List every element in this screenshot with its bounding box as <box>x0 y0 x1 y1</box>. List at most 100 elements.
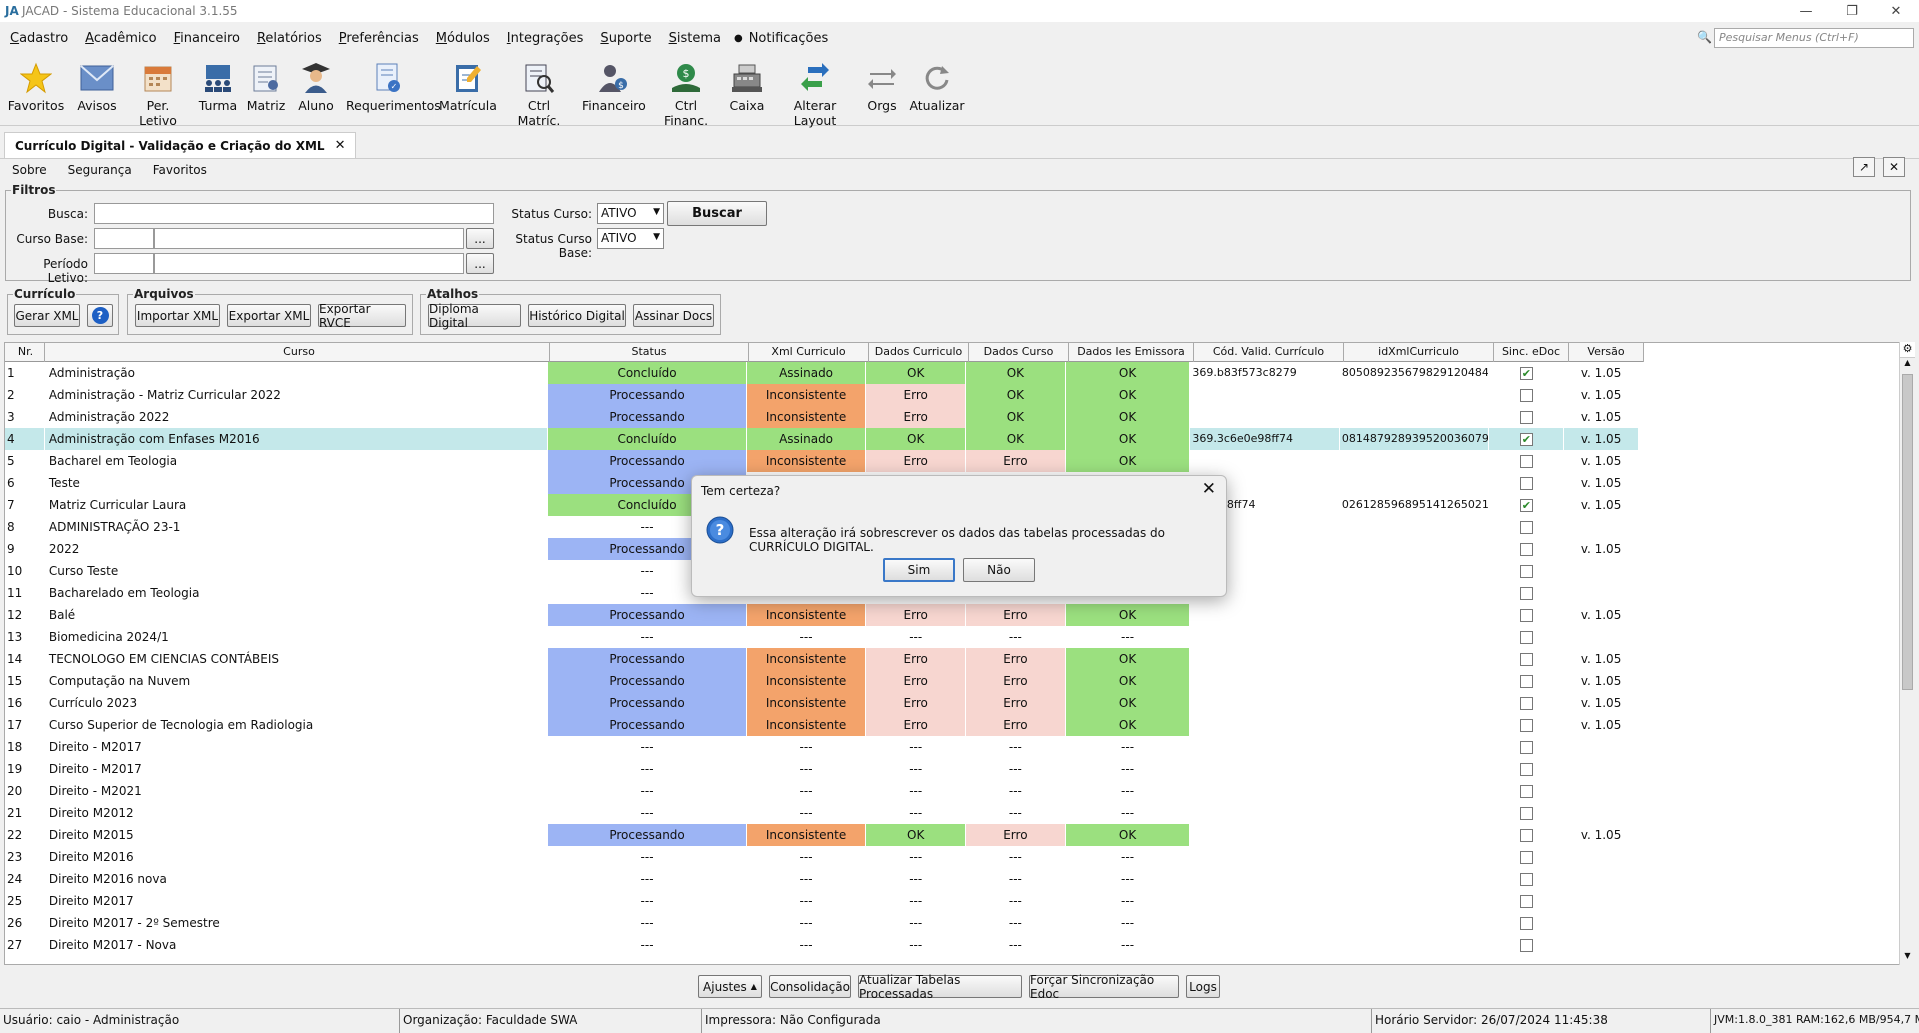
close-tab-icon[interactable]: ✕ <box>335 138 346 153</box>
sinc-edoc-checkbox[interactable] <box>1519 917 1533 930</box>
menu-cadastro[interactable]: Cadastro <box>0 31 75 46</box>
menu-financeiro[interactable]: Financeiro <box>164 31 247 46</box>
sinc-edoc-checkbox[interactable]: ✔ <box>1519 499 1533 512</box>
menu-search-input[interactable]: Pesquisar Menus (Ctrl+F) <box>1714 28 1914 48</box>
diploma-digital-button[interactable]: Diploma Digital <box>428 302 521 330</box>
sinc-edoc-checkbox[interactable] <box>1519 521 1533 534</box>
sinc-edoc-checkbox[interactable] <box>1519 763 1533 776</box>
header-xml-curriculo[interactable]: Xml Curriculo <box>749 343 869 362</box>
toolbar-matriz-button[interactable]: Matriz <box>244 54 288 113</box>
forcar-sincronizacao-button[interactable]: Forçar Sincronização Edoc <box>1029 973 1179 1001</box>
submenu-favoritos[interactable]: Favoritos <box>141 163 216 177</box>
sinc-edoc-checkbox[interactable] <box>1519 851 1533 864</box>
curso-base-code-input[interactable] <box>94 228 154 249</box>
toolbar-financeiro-button[interactable]: $ Financeiro <box>582 54 646 113</box>
exportar-xml-button[interactable]: Exportar XML <box>227 304 311 327</box>
ajustes-button[interactable]: Ajustes ▲ <box>698 975 762 998</box>
table-row[interactable]: 21 Direito M2012 --- --- --- --- --- <box>5 802 1639 824</box>
scroll-thumb[interactable] <box>1902 374 1913 690</box>
toolbar-caixa-button[interactable]: Caixa <box>726 54 768 113</box>
sinc-edoc-checkbox[interactable] <box>1519 829 1533 842</box>
toolbar-alterar-layout-button[interactable]: Alterar Layout <box>774 54 856 128</box>
periodo-letivo-code-input[interactable] <box>94 253 154 274</box>
status-curso-select[interactable]: ATIVO <box>597 203 664 224</box>
tab-curriculo-digital[interactable]: Currículo Digital - Validação e Criação … <box>4 132 357 158</box>
table-vertical-scrollbar[interactable]: ⚙ ▲ ▼ <box>1899 342 1915 965</box>
toolbar-requerimentos-button[interactable]: ✓ Requerimentos <box>346 54 441 113</box>
gerar-xml-button[interactable]: Gerar XML <box>14 304 80 327</box>
table-row[interactable]: 27 Direito M2017 - Nova --- --- --- --- --- <box>5 934 1639 956</box>
menu-modulos[interactable]: Módulos <box>426 31 497 46</box>
menu-integracoes[interactable]: Integrações <box>497 31 591 46</box>
table-row[interactable]: 19 Direito - M2017 --- --- --- --- --- <box>5 758 1639 780</box>
column-settings-icon[interactable]: ⚙ <box>1900 342 1915 358</box>
header-cod-valid[interactable]: Cód. Valid. Currículo <box>1194 343 1344 362</box>
busca-input[interactable] <box>94 203 494 224</box>
scroll-up-icon[interactable]: ▲ <box>1900 358 1915 372</box>
submenu-sobre[interactable]: Sobre <box>0 163 56 177</box>
status-curso-base-select[interactable]: ATIVO <box>597 228 664 249</box>
table-row[interactable]: 2 Administração - Matriz Curricular 2022 P… <box>5 384 1639 406</box>
table-row[interactable]: 3 Administração 2022 Processando Inconsiste… <box>5 406 1639 428</box>
header-dados-curso[interactable]: Dados Curso <box>969 343 1069 362</box>
close-screen-button[interactable]: ✕ <box>1883 157 1905 177</box>
header-curso[interactable]: Curso <box>45 343 550 362</box>
sinc-edoc-checkbox[interactable] <box>1519 543 1533 556</box>
periodo-letivo-lookup-button[interactable]: ... <box>466 253 494 274</box>
dialog-close-icon[interactable]: ✕ <box>1202 479 1216 499</box>
table-row[interactable]: 18 Direito - M2017 --- --- --- --- --- <box>5 736 1639 758</box>
toolbar-ctrl-matric-button[interactable]: Ctrl Matríc. <box>506 54 572 128</box>
sinc-edoc-checkbox[interactable] <box>1519 631 1533 644</box>
minimize-button[interactable]: — <box>1783 0 1829 22</box>
menu-relatorios[interactable]: Relatórios <box>247 31 329 46</box>
close-window-button[interactable]: ✕ <box>1873 0 1919 22</box>
sinc-edoc-checkbox[interactable] <box>1519 411 1533 424</box>
assinar-docs-button[interactable]: Assinar Docs <box>633 304 714 327</box>
menu-preferencias[interactable]: Preferências <box>329 31 426 46</box>
sinc-edoc-checkbox[interactable] <box>1519 939 1533 952</box>
header-sinc-edoc[interactable]: Sinc. eDoc <box>1494 343 1569 362</box>
header-dados-curriculo[interactable]: Dados Curriculo <box>869 343 969 362</box>
sinc-edoc-checkbox[interactable] <box>1519 785 1533 798</box>
table-row[interactable]: 14 TECNOLOGO EM CIENCIAS CONTÁBEIS Process… <box>5 648 1639 670</box>
toolbar-favoritos-button[interactable]: Favoritos <box>6 54 66 113</box>
submenu-seguranca[interactable]: Segurança <box>56 163 141 177</box>
importar-xml-button[interactable]: Importar XML <box>135 304 220 327</box>
notifications-menu[interactable]: ● Notificações <box>734 31 828 46</box>
sinc-edoc-checkbox[interactable] <box>1519 587 1533 600</box>
table-row[interactable]: 25 Direito M2017 --- --- --- --- --- <box>5 890 1639 912</box>
sinc-edoc-checkbox[interactable] <box>1519 873 1533 886</box>
header-idxml[interactable]: idXmlCurriculo <box>1344 343 1494 362</box>
toolbar-orgs-button[interactable]: Orgs <box>862 54 902 113</box>
header-nr[interactable]: Nr. <box>5 343 45 362</box>
menu-suporte[interactable]: Suporte <box>590 31 658 46</box>
sinc-edoc-checkbox[interactable]: ✔ <box>1519 433 1533 446</box>
consolidacao-button[interactable]: Consolidação <box>769 975 851 998</box>
exportar-rvce-button[interactable]: Exportar RVCE <box>318 302 406 330</box>
table-row[interactable]: 22 Direito M2015 Processando Inconsistente O… <box>5 824 1639 846</box>
table-row[interactable]: 5 Bacharel em Teologia Processando Inconsis… <box>5 450 1639 472</box>
periodo-letivo-name-input[interactable] <box>154 253 464 274</box>
table-row[interactable]: 1 Administração Concluído Assinado OK OK OK 369… <box>5 362 1639 384</box>
toolbar-ctrl-financ-button[interactable]: $ Ctrl Financ. <box>652 54 720 128</box>
table-row[interactable]: 26 Direito M2017 - 2º Semestre --- --- --- --… <box>5 912 1639 934</box>
help-button[interactable]: ? <box>87 304 113 327</box>
sinc-edoc-checkbox[interactable]: ✔ <box>1519 367 1533 380</box>
toolbar-per-letivo-button[interactable]: Per. Letivo <box>126 54 190 128</box>
sinc-edoc-checkbox[interactable] <box>1519 565 1533 578</box>
table-row[interactable]: 4 Administração com Enfases M2016 Concluíd… <box>5 428 1639 450</box>
toolbar-matricula-button[interactable]: Matrícula <box>438 54 498 113</box>
sinc-edoc-checkbox[interactable] <box>1519 455 1533 468</box>
table-row[interactable]: 17 Curso Superior de Tecnologia em Radiol… <box>5 714 1639 736</box>
sinc-edoc-checkbox[interactable] <box>1519 477 1533 490</box>
scroll-down-icon[interactable]: ▼ <box>1900 951 1915 965</box>
table-row[interactable]: 23 Direito M2016 --- --- --- --- --- <box>5 846 1639 868</box>
sinc-edoc-checkbox[interactable] <box>1519 609 1533 622</box>
sinc-edoc-checkbox[interactable] <box>1519 719 1533 732</box>
table-row[interactable]: 24 Direito M2016 nova --- --- --- --- --- <box>5 868 1639 890</box>
header-versao[interactable]: Versão <box>1569 343 1644 362</box>
detach-window-button[interactable]: ↗ <box>1853 157 1875 177</box>
dialog-nao-button[interactable]: Não <box>963 558 1035 582</box>
table-row[interactable]: 16 Currículo 2023 Processando Inconsistente… <box>5 692 1639 714</box>
table-row[interactable]: 13 Biomedicina 2024/1 --- --- --- --- --- <box>5 626 1639 648</box>
